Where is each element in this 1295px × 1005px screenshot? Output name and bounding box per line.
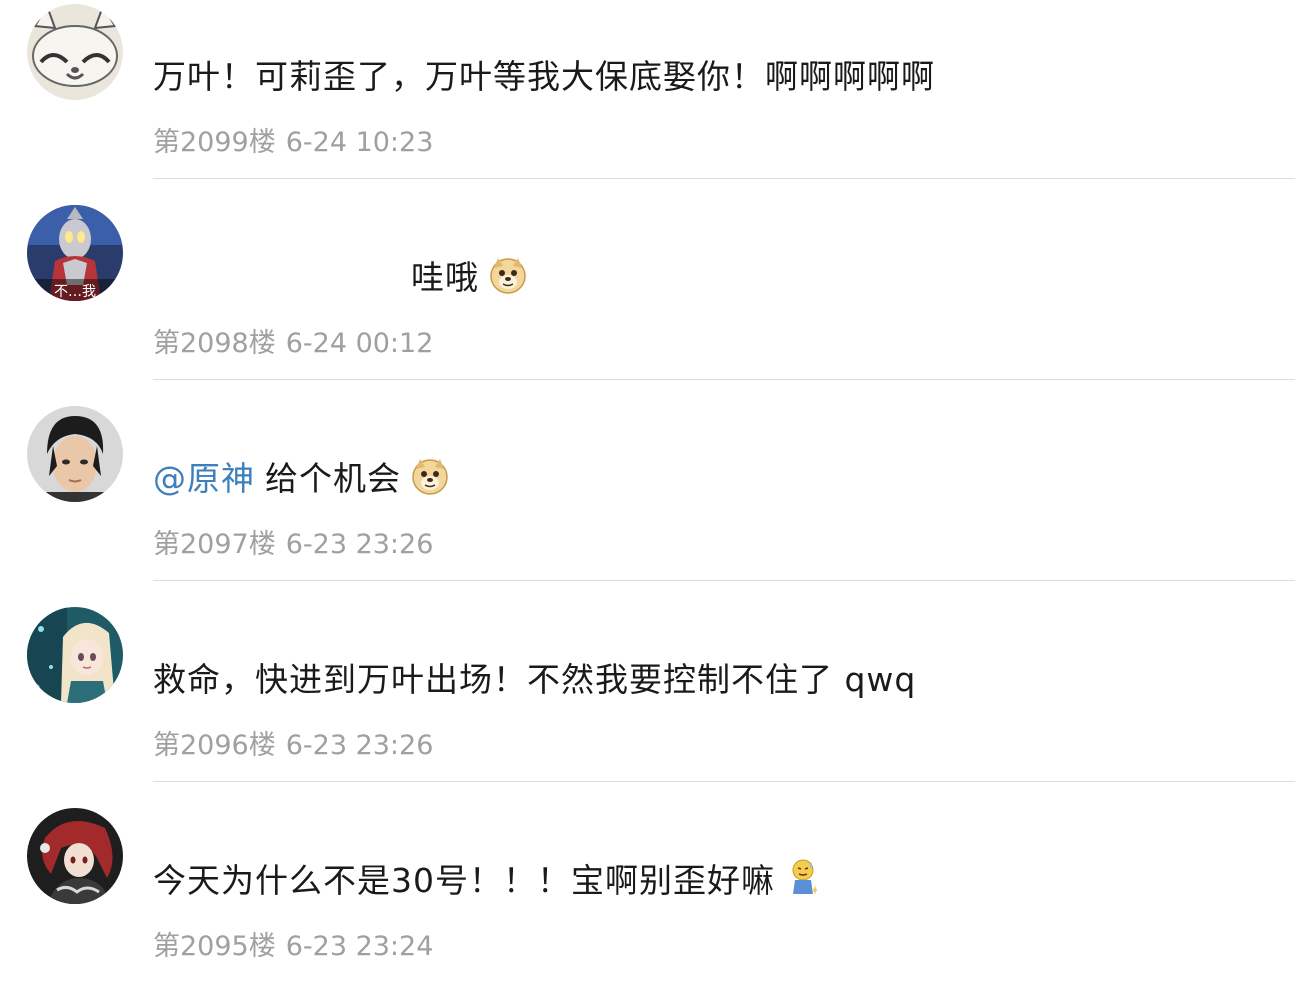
comment-time: 6-23 23:26	[285, 529, 434, 560]
floor-number: 第2095楼	[153, 931, 276, 962]
avatar-caption: 不…我	[54, 284, 96, 300]
comment-content: 今天为什么不是30号！！！宝啊别歪好嘛	[153, 861, 775, 900]
divider	[153, 379, 1295, 380]
doge-emoji-icon	[489, 256, 527, 294]
mention-link[interactable]: @原神	[153, 452, 255, 500]
comment-text: @原神 给个机会	[153, 452, 449, 500]
comment-content: 哇哦	[411, 258, 479, 297]
comment-meta: 第2097楼 6-23 23:26	[153, 522, 433, 561]
comment-item: 不…我 哇哦 第2098楼 6-24 00:12	[0, 201, 1295, 402]
comment-content: 万叶！可莉歪了，万叶等我大保底娶你！啊啊啊啊啊	[153, 57, 935, 96]
comment-time: 6-23 23:24	[285, 931, 434, 962]
comment-meta: 第2099楼 6-24 10:23	[153, 120, 433, 159]
floor-number: 第2098楼	[153, 328, 276, 359]
floor-number: 第2096楼	[153, 730, 276, 761]
cat-avatar[interactable]	[27, 4, 123, 100]
sweat-smile-emoji-icon	[789, 858, 819, 898]
comment-item: 万叶！可莉歪了，万叶等我大保底娶你！啊啊啊啊啊 第2099楼 6-24 10:23	[0, 0, 1295, 201]
ultraman-avatar[interactable]: 不…我	[27, 205, 123, 301]
comment-content: 救命，快进到万叶出场！不然我要控制不住了 qwq	[153, 660, 917, 699]
divider	[153, 781, 1295, 782]
comment-text: 万叶！可莉歪了，万叶等我大保底娶你！啊啊啊啊啊	[153, 50, 935, 98]
comment-time: 6-24 00:12	[285, 328, 434, 359]
man-portrait-avatar[interactable]	[27, 406, 123, 502]
divider	[153, 178, 1295, 179]
anime-girl-avatar[interactable]	[27, 607, 123, 703]
comment-time: 6-24 10:23	[285, 127, 434, 158]
comment-meta: 第2098楼 6-24 00:12	[153, 321, 433, 360]
comment-text: 今天为什么不是30号！！！宝啊别歪好嘛	[153, 854, 819, 902]
comment-item: 救命，快进到万叶出场！不然我要控制不住了 qwq 第2096楼 6-23 23:2…	[0, 603, 1295, 804]
comment-item: @原神 给个机会 第2097楼 6-23 23:26	[0, 402, 1295, 603]
comment-content: 给个机会	[265, 459, 401, 498]
comment-text: 救命，快进到万叶出场！不然我要控制不住了 qwq	[153, 653, 916, 701]
comment-text: 哇哦	[411, 251, 527, 299]
comment-meta: 第2095楼 6-23 23:24	[153, 924, 433, 963]
comment-meta: 第2096楼 6-23 23:26	[153, 723, 433, 762]
floor-number: 第2097楼	[153, 529, 276, 560]
divider	[153, 580, 1295, 581]
comment-list: 万叶！可莉歪了，万叶等我大保底娶你！啊啊啊啊啊 第2099楼 6-24 10:23…	[0, 0, 1295, 976]
comment-time: 6-23 23:26	[285, 730, 434, 761]
red-hair-anime-avatar[interactable]	[27, 808, 123, 904]
floor-number: 第2099楼	[153, 127, 276, 158]
comment-item: 今天为什么不是30号！！！宝啊别歪好嘛 第2095楼 6-23 23:24	[0, 804, 1295, 1005]
doge-emoji-icon	[411, 457, 449, 495]
